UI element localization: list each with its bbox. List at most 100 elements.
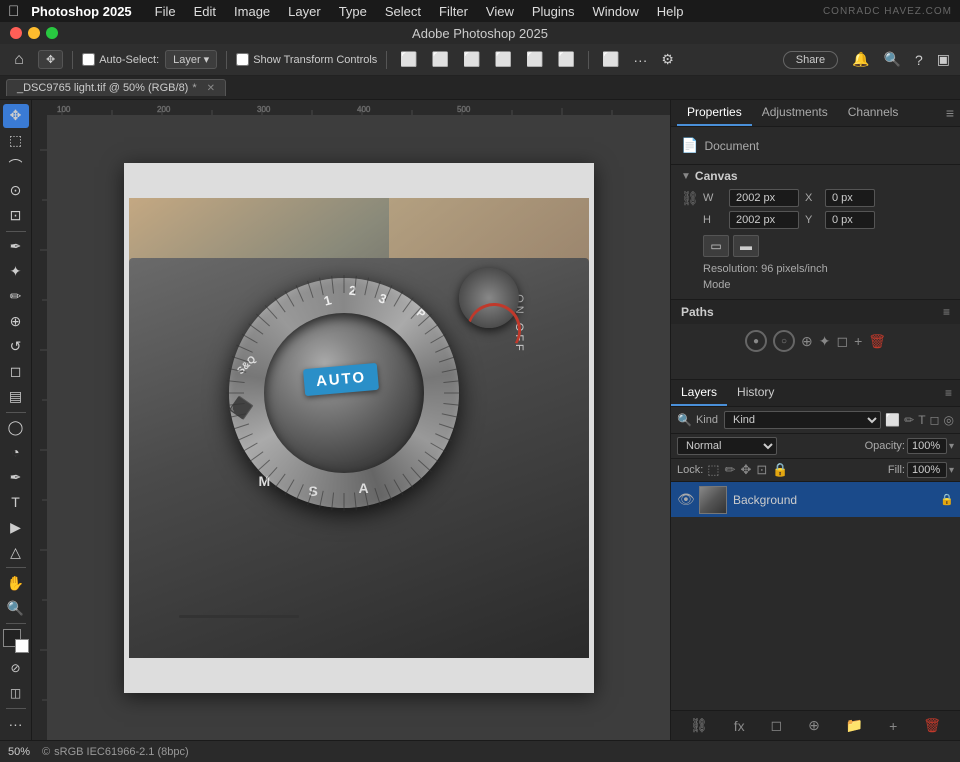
menu-window[interactable]: Window xyxy=(586,4,646,19)
auto-select-checkbox[interactable] xyxy=(82,53,95,66)
more-options-button[interactable]: ··· xyxy=(629,50,651,70)
create-group-button[interactable]: 📁 xyxy=(842,715,867,736)
heal-tool[interactable]: ✦ xyxy=(3,260,29,284)
align-bottom-button[interactable]: ⬜ xyxy=(554,49,579,70)
menu-file[interactable]: File xyxy=(148,4,183,19)
filter-shape-icon[interactable]: ◻ xyxy=(930,413,940,427)
add-mask-icon[interactable]: ◻ xyxy=(836,333,848,350)
filter-adjustment-icon[interactable]: ✏ xyxy=(904,413,914,427)
layer-item[interactable]: 👁 Background 🔒 xyxy=(671,482,960,518)
layer-dropdown-button[interactable]: Layer ▾ xyxy=(165,50,217,69)
canvas-collapse-arrow[interactable]: ▼ xyxy=(681,171,691,182)
fill-input[interactable] xyxy=(907,462,947,478)
blend-mode-select[interactable]: Normal xyxy=(677,437,777,455)
close-button[interactable] xyxy=(10,27,22,39)
layout-button[interactable]: ▣ xyxy=(933,49,954,70)
shape-tool[interactable]: △ xyxy=(3,540,29,564)
paths-menu-icon[interactable]: ≡ xyxy=(943,305,950,319)
path-select-tool[interactable]: ▶ xyxy=(3,515,29,539)
height-input[interactable] xyxy=(729,211,799,229)
clone-stamp-tool[interactable]: ⊕ xyxy=(3,310,29,334)
load-path-icon[interactable]: ⊕ xyxy=(801,333,813,350)
hand-tool[interactable]: ✋ xyxy=(3,571,29,595)
type-tool[interactable]: T xyxy=(3,490,29,514)
lock-position-icon[interactable]: ✥ xyxy=(741,462,752,478)
lasso-tool[interactable]: ⌒ xyxy=(3,154,29,178)
tab-properties[interactable]: Properties xyxy=(677,100,752,126)
brush-tool[interactable]: ✏ xyxy=(3,285,29,309)
eraser-tool[interactable]: ◻ xyxy=(3,360,29,384)
tab-adjustments[interactable]: Adjustments xyxy=(752,100,838,126)
delete-path-icon[interactable]: 🗑 xyxy=(868,333,886,350)
document-tab[interactable]: _DSC9765 light.tif @ 50% (RGB/8) * ✕ xyxy=(6,79,226,96)
width-input[interactable] xyxy=(729,189,799,207)
delete-layer-button[interactable]: 🗑 xyxy=(919,715,945,736)
help-button[interactable]: ? xyxy=(911,50,927,70)
align-right-button[interactable]: ⬜ xyxy=(459,49,484,70)
lock-artboard-icon[interactable]: ⊡ xyxy=(756,462,767,478)
menu-plugins[interactable]: Plugins xyxy=(525,4,582,19)
layer-visibility-icon[interactable]: 👁 xyxy=(677,491,693,508)
crop-tool[interactable]: ⊡ xyxy=(3,204,29,228)
blur-tool[interactable]: ◯ xyxy=(3,415,29,439)
pen-tool[interactable]: ✒ xyxy=(3,465,29,489)
share-button[interactable]: Share xyxy=(783,51,838,69)
quick-mask-toggle[interactable]: ⊘ xyxy=(3,656,29,680)
fill-dropdown-icon[interactable]: ▾ xyxy=(949,465,954,476)
menu-filter[interactable]: Filter xyxy=(432,4,475,19)
search-button[interactable]: 🔍 xyxy=(880,49,905,70)
stroke-path-icon[interactable]: ○ xyxy=(773,330,795,352)
tab-history[interactable]: History xyxy=(727,380,784,406)
landscape-button[interactable]: ▬ xyxy=(733,235,759,257)
settings-icon-button[interactable]: ⚙ xyxy=(657,49,678,70)
align-top-button[interactable]: ⬜ xyxy=(491,49,516,70)
canvas-area[interactable]: 100 200 300 400 500 xyxy=(32,100,670,740)
align-center-v-button[interactable]: ⬜ xyxy=(522,49,547,70)
transform-controls-checkbox[interactable] xyxy=(236,53,249,66)
menu-layer[interactable]: Layer xyxy=(281,4,328,19)
notifications-button[interactable]: 🔔 xyxy=(848,49,873,70)
opacity-input[interactable] xyxy=(907,438,947,454)
layers-panel-menu-icon[interactable]: ≡ xyxy=(937,381,960,405)
quick-select-tool[interactable]: ⊙ xyxy=(3,179,29,203)
menu-view[interactable]: View xyxy=(479,4,521,19)
create-adjustment-button[interactable]: ⊕ xyxy=(804,715,824,736)
dodge-tool[interactable]: ◔ xyxy=(3,440,29,464)
filter-pixel-icon[interactable]: ⬜ xyxy=(885,413,900,427)
distribute-button[interactable]: ⬜ xyxy=(598,49,623,70)
menu-select[interactable]: Select xyxy=(378,4,428,19)
new-path-icon[interactable]: + xyxy=(854,333,862,349)
align-center-h-button[interactable]: ⬜ xyxy=(428,49,453,70)
menu-help[interactable]: Help xyxy=(650,4,691,19)
screen-mode-toggle[interactable]: ◫ xyxy=(3,681,29,705)
eyedropper-tool[interactable]: ✒ xyxy=(3,235,29,259)
menu-type[interactable]: Type xyxy=(332,4,374,19)
y-input[interactable] xyxy=(825,211,875,229)
filter-smart-icon[interactable]: ◎ xyxy=(944,413,954,427)
filter-kind-select[interactable]: Kind xyxy=(724,411,881,429)
apple-menu-icon[interactable]:  xyxy=(8,3,19,20)
align-left-button[interactable]: ⬜ xyxy=(396,49,421,70)
menu-edit[interactable]: Edit xyxy=(187,4,223,19)
gradient-tool[interactable]: ▤ xyxy=(3,385,29,409)
lock-all-icon[interactable]: 🔒 xyxy=(772,462,788,478)
opacity-dropdown-icon[interactable]: ▾ xyxy=(949,441,954,452)
properties-panel-menu-icon[interactable]: ≡ xyxy=(946,105,954,121)
tab-layers[interactable]: Layers xyxy=(671,380,727,406)
x-input[interactable] xyxy=(825,189,875,207)
filter-text-icon[interactable]: T xyxy=(918,413,925,427)
create-layer-button[interactable]: + xyxy=(885,716,901,736)
foreground-background-colors[interactable] xyxy=(3,629,29,653)
maximize-button[interactable] xyxy=(46,27,58,39)
tab-channels[interactable]: Channels xyxy=(838,100,909,126)
layer-link-icon[interactable]: ⛓ xyxy=(686,715,712,736)
selection-tool[interactable]: ⬚ xyxy=(3,129,29,153)
fill-path-icon[interactable]: ● xyxy=(745,330,767,352)
more-tools-button[interactable]: ··· xyxy=(3,712,29,736)
background-color[interactable] xyxy=(15,639,29,653)
move-tool[interactable]: ✥ xyxy=(3,104,29,128)
minimize-button[interactable] xyxy=(28,27,40,39)
tab-close-icon[interactable]: ✕ xyxy=(207,83,215,94)
menu-image[interactable]: Image xyxy=(227,4,277,19)
history-brush-tool[interactable]: ↺ xyxy=(3,335,29,359)
